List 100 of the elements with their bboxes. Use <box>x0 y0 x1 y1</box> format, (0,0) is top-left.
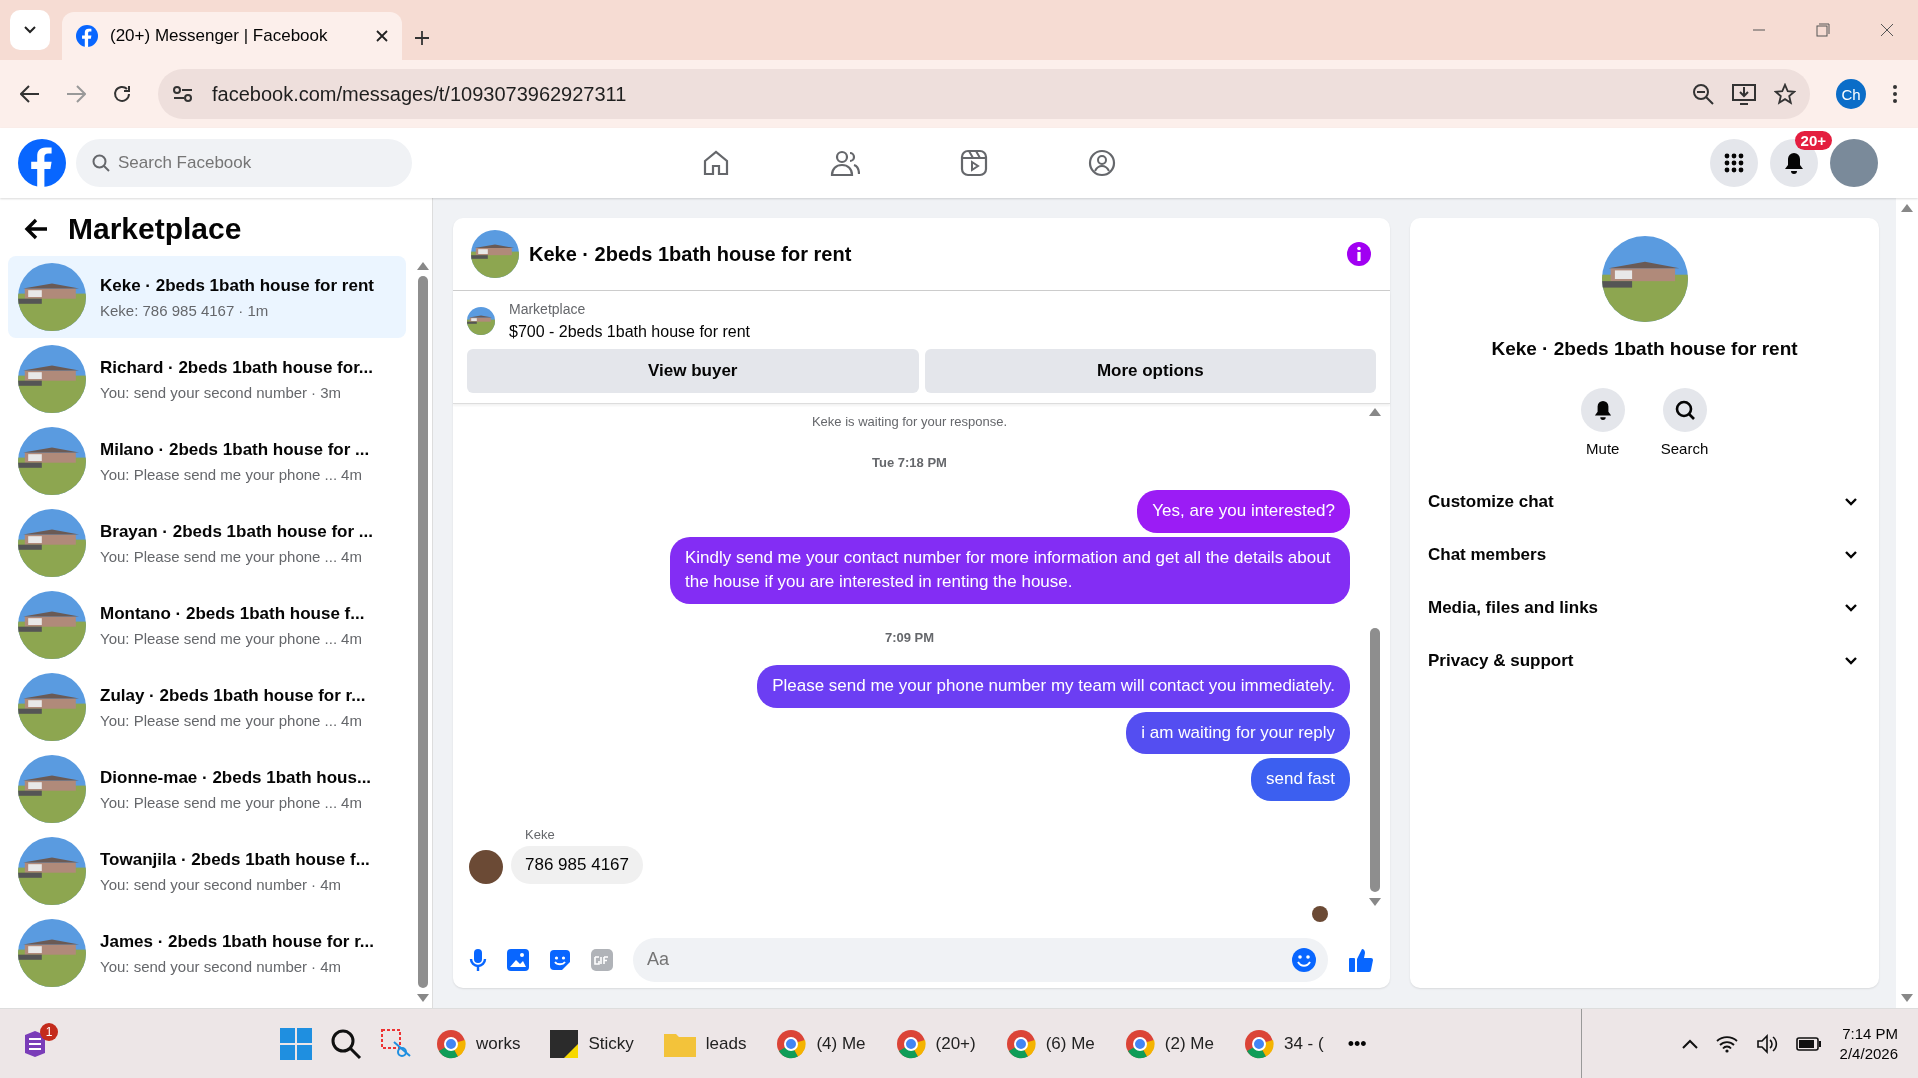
sent-message: Please send me your phone number my team will contact you immediately. <box>757 664 1350 708</box>
scroll-down-icon[interactable] <box>417 994 429 1002</box>
conversation-title: Towanjila · 2beds 1bath house f... <box>100 849 370 870</box>
chat-title: Keke · 2beds 1bath house for rent <box>529 242 853 266</box>
video-icon[interactable] <box>960 149 988 177</box>
conversation-item[interactable]: Keke · 2beds 1bath house for rent Keke: 786 985 4167 · 1m <box>8 256 406 338</box>
snipping-tool-icon[interactable] <box>380 1028 412 1060</box>
message-input[interactable]: Aa <box>633 937 1328 982</box>
search-icon[interactable] <box>330 1028 362 1060</box>
taskbar-app[interactable]: (2) Me <box>1118 1025 1220 1063</box>
browser-tab[interactable]: (20+) Messenger | Facebook <box>62 12 402 60</box>
friends-icon[interactable] <box>830 149 860 177</box>
scrollbar-thumb[interactable] <box>1370 628 1380 892</box>
details-section[interactable]: Customize chat <box>1410 475 1879 528</box>
zoom-icon[interactable] <box>1692 83 1714 105</box>
conversation-item[interactable]: Milano · 2beds 1bath house for ... You: Please send me your phone ... 4m <box>8 420 406 502</box>
conversation-title: Zulay · 2beds 1bath house for r... <box>100 685 366 706</box>
message-preview: You: Please send me your phone ... <box>100 465 338 483</box>
message-time: 4m <box>341 547 362 565</box>
taskbar-app[interactable]: works <box>430 1025 527 1063</box>
listing-action-button[interactable]: View buyer <box>467 349 919 393</box>
volume-icon[interactable] <box>1755 1034 1778 1054</box>
battery-icon[interactable] <box>1795 1037 1822 1051</box>
conversation-item[interactable]: Richard · 2beds 1bath house for... You: send your second number · 3m <box>8 338 406 420</box>
chevron-up-icon[interactable] <box>1681 1039 1698 1049</box>
chevron-down-icon <box>1845 603 1857 612</box>
sticker-icon[interactable] <box>549 948 571 971</box>
details-title: Keke · 2beds 1bath house for rent <box>1491 338 1798 360</box>
install-app-icon[interactable] <box>1732 83 1756 105</box>
profile-button[interactable]: Ch <box>1836 79 1866 109</box>
menu-button[interactable] <box>1710 139 1758 187</box>
conversation-item[interactable]: Towanjila · 2beds 1bath house f... You: send your second number · 4m <box>8 830 406 912</box>
scrollbar-thumb[interactable] <box>418 276 428 988</box>
taskbar-app[interactable]: 34 - ( <box>1237 1025 1330 1063</box>
conversation-item[interactable]: James · 2beds 1bath house for r... You: send your second number · 4m <box>8 912 406 994</box>
forward-icon[interactable] <box>66 85 86 103</box>
scroll-up-icon[interactable] <box>1369 408 1381 416</box>
conversation-item[interactable]: Brayan · 2beds 1bath house for ... You: Please send me your phone ... 4m <box>8 502 406 584</box>
taskbar-app[interactable]: (6) Me <box>999 1025 1101 1063</box>
message-time: 4m <box>341 711 362 729</box>
taskbar-app[interactable]: Sticky <box>544 1026 640 1062</box>
close-icon[interactable] <box>376 30 388 42</box>
start-icon[interactable] <box>280 1028 312 1060</box>
account-avatar[interactable] <box>1830 139 1878 187</box>
sent-message: send fast <box>1251 758 1350 801</box>
taskbar-app[interactable]: leads <box>657 1027 753 1061</box>
sent-message: Kindly send me your contact number for more information and get all the details about the house if you are interested in renting the house. <box>670 536 1350 604</box>
home-icon[interactable] <box>702 149 730 177</box>
conversation-item[interactable]: Montano · 2beds 1bath house f... You: Please send me your phone ... 4m <box>8 584 406 666</box>
message-preview: You: Please send me your phone ... <box>100 793 338 811</box>
details-section[interactable]: Media, files and links <box>1410 581 1879 634</box>
browser-icon <box>1124 1029 1155 1059</box>
search-icon <box>92 154 110 172</box>
more-button[interactable]: ••• <box>1347 1033 1367 1055</box>
emoji-icon[interactable] <box>1292 947 1316 972</box>
message-preview: You: Please send me your phone ... <box>100 711 338 729</box>
menu-icon[interactable] <box>1892 84 1898 104</box>
thumbs-up-icon[interactable] <box>1348 946 1374 973</box>
message-time: 4m <box>341 465 362 483</box>
taskbar-app[interactable]: (4) Me <box>770 1025 872 1063</box>
new-tab-icon[interactable] <box>414 30 430 46</box>
clock-date: 2/4/2026 <box>1839 1044 1898 1064</box>
search-field[interactable]: Search Facebook <box>76 139 412 187</box>
bell-icon <box>1784 152 1804 174</box>
image-icon[interactable] <box>507 948 529 971</box>
microphone-icon[interactable] <box>469 947 487 972</box>
chevron-down-icon <box>24 26 36 34</box>
sticky-note-icon <box>550 1030 579 1058</box>
scroll-down-icon[interactable] <box>1901 994 1913 1002</box>
info-icon[interactable] <box>1346 241 1372 267</box>
site-settings-icon[interactable] <box>172 85 194 103</box>
conversation-title: James · 2beds 1bath house for r... <box>100 931 374 952</box>
conversation-item[interactable]: Zulay · 2beds 1bath house for r... You: Please send me your phone ... 4m <box>8 666 406 748</box>
groups-icon[interactable] <box>1088 149 1116 177</box>
message-preview: You: send your second number <box>100 383 308 401</box>
scroll-up-icon[interactable] <box>417 262 429 270</box>
restore-icon[interactable] <box>1816 23 1830 37</box>
message-preview: You: send your second number <box>100 875 308 893</box>
back-arrow-icon[interactable] <box>24 218 48 240</box>
address-bar[interactable]: facebook.com/messages/t/1093073962927311 <box>158 69 1810 119</box>
details-section[interactable]: Chat members <box>1410 528 1879 581</box>
facebook-logo-icon[interactable] <box>18 139 66 187</box>
conversation-title: Keke · 2beds 1bath house for rent <box>100 275 374 296</box>
browser-icon <box>436 1029 466 1059</box>
wifi-icon[interactable] <box>1715 1035 1738 1053</box>
bookmark-star-icon[interactable] <box>1774 83 1796 105</box>
scroll-down-icon[interactable] <box>1369 897 1381 906</box>
notification-badge: 1 <box>40 1023 58 1041</box>
back-icon[interactable] <box>20 85 40 103</box>
listing-action-button[interactable]: More options <box>924 349 1376 393</box>
chevron-down-icon <box>1845 497 1857 506</box>
conversation-item[interactable]: Dionne-mae · 2beds 1bath hous... You: Please send me your phone ... 4m <box>8 748 406 830</box>
message-time: 4m <box>341 793 362 811</box>
reload-icon[interactable] <box>112 84 132 104</box>
scroll-up-icon[interactable] <box>1901 204 1913 212</box>
url-text: facebook.com/messages/t/1093073962927311 <box>212 82 628 106</box>
sent-message: Yes, are you interested? <box>1137 490 1350 533</box>
clock[interactable]: 7:14 PM 2/4/2026 <box>1839 1023 1898 1065</box>
taskbar-app[interactable]: (20+) <box>889 1025 982 1063</box>
details-section[interactable]: Privacy & support <box>1410 634 1879 687</box>
